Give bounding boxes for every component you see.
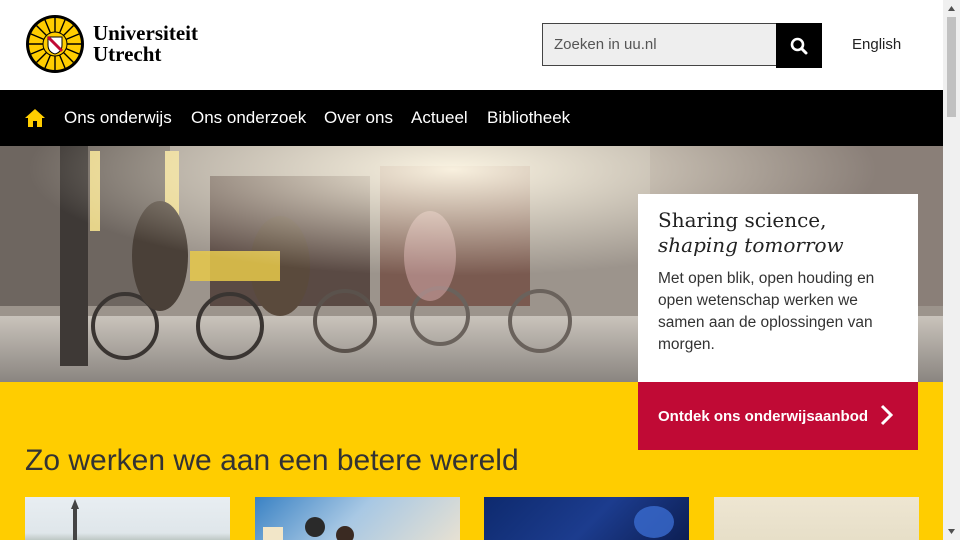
chevron-right-icon [880,404,894,426]
card-image-abstract [634,506,674,538]
hero-title-line-1: Sharing science, [658,208,827,232]
hero-text: Met open blik, open houding en open wete… [658,270,875,353]
hero-title: Sharing science, shaping tomorrow [658,208,898,258]
nav-item-ons-onderwijs[interactable]: Ons onderwijs [64,108,172,128]
logo-wordmark: Universiteit Utrecht [93,23,198,65]
hero-card: Sharing science, shaping tomorrow Met op… [638,194,918,382]
nav-item-ons-onderzoek[interactable]: Ons onderzoek [191,108,306,128]
scroll-thumb[interactable] [947,17,956,117]
search-icon [790,37,808,54]
language-link[interactable]: English [852,36,901,53]
nav-item-actueel[interactable]: Actueel [411,108,468,128]
search-input[interactable] [543,24,776,65]
nav-item-over-ons[interactable]: Over ons [324,108,393,128]
university-logo[interactable]: Universiteit Utrecht [25,14,225,76]
main-nav: Ons onderwijs Ons onderzoek Over ons Act… [0,90,943,146]
home-icon[interactable] [25,109,45,127]
scroll-up-arrow-icon[interactable] [946,3,957,14]
story-card-4[interactable] [714,497,919,540]
cta-button[interactable]: Ontdek ons onderwijsaanbod [638,382,918,450]
logo-line-1: Universiteit [93,21,198,45]
search-field[interactable] [542,23,776,66]
card-image-city [71,499,79,540]
site-header: Universiteit Utrecht English [0,0,943,90]
story-card-2[interactable] [255,497,460,540]
story-card-3[interactable] [484,497,689,540]
cta-label: Ontdek ons onderwijsaanbod [658,407,869,425]
story-card-1[interactable] [25,497,230,540]
page: Universiteit Utrecht English Ons onderwi… [0,0,943,540]
scroll-down-arrow-icon[interactable] [946,526,957,537]
search-button[interactable] [776,23,822,68]
hero-title-line-2: shaping tomorrow [658,233,844,257]
seal-icon [26,15,84,73]
section-title: Zo werken we aan een betere wereld [25,444,519,477]
page-scrollbar[interactable] [943,0,960,540]
card-image-people [263,517,354,540]
nav-item-bibliotheek[interactable]: Bibliotheek [487,108,570,128]
logo-line-2: Utrecht [93,42,162,66]
